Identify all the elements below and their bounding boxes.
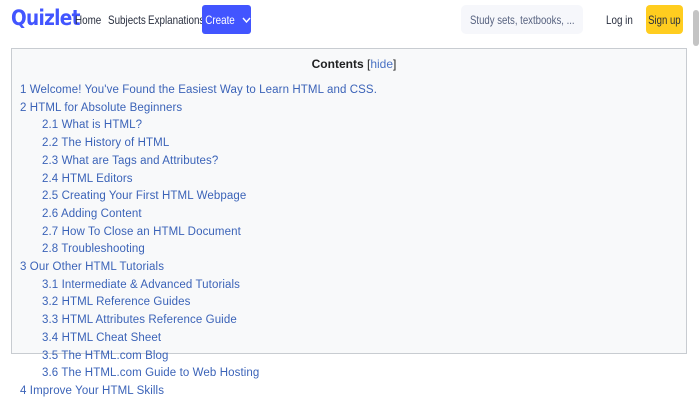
toc-entry[interactable]: 2.3 What are Tags and Attributes?: [42, 155, 218, 167]
toc-entry[interactable]: 3.1 Intermediate & Advanced Tutorials: [42, 279, 240, 291]
toc-entry[interactable]: 2.8 Troubleshooting: [42, 243, 145, 255]
toc-entry[interactable]: 2.6 Adding Content: [42, 208, 142, 220]
toc-entry[interactable]: 4 Improve Your HTML Skills: [20, 385, 164, 397]
toc-entry[interactable]: 3.2 HTML Reference Guides: [42, 296, 190, 308]
toc-entry[interactable]: 3.4 HTML Cheat Sheet: [42, 332, 161, 344]
toc-entry[interactable]: 3.6 The HTML.com Guide to Web Hosting: [42, 367, 259, 379]
toc-entry[interactable]: 2.5 Creating Your First HTML Webpage: [42, 190, 246, 202]
toc-entry[interactable]: 2.4 HTML Editors: [42, 173, 133, 185]
toc-entry[interactable]: 2.1 What is HTML?: [42, 119, 142, 131]
toc-entry[interactable]: 2.7 How To Close an HTML Document: [42, 226, 241, 238]
toc-entry[interactable]: 3.3 HTML Attributes Reference Guide: [42, 314, 237, 326]
toc-entry[interactable]: 2.2 The History of HTML: [42, 137, 169, 149]
toc-list: 1 Welcome! You've Found the Easiest Way …: [0, 0, 700, 400]
toc-entry[interactable]: 3.5 The HTML.com Blog: [42, 350, 169, 362]
toc-entry[interactable]: 3 Our Other HTML Tutorials: [20, 261, 164, 273]
toc-entry[interactable]: 1 Welcome! You've Found the Easiest Way …: [20, 84, 377, 96]
toc-entry[interactable]: 2 HTML for Absolute Beginners: [20, 102, 182, 114]
